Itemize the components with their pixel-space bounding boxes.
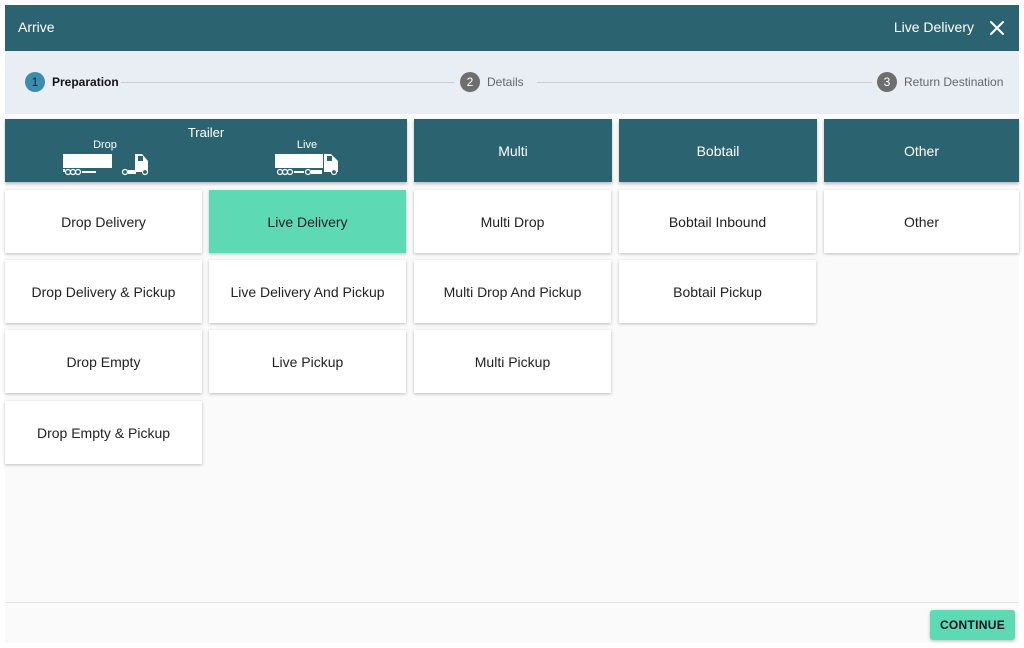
selected-mode-label: Live Delivery — [893, 19, 974, 35]
trailer-column-header: Trailer Drop Live — [5, 119, 407, 182]
option-multi-pickup[interactable]: Multi Pickup — [414, 330, 611, 393]
step-preparation[interactable]: 1 Preparation — [25, 72, 119, 92]
live-sub-label: Live — [296, 139, 318, 151]
other-column-header: Other — [824, 119, 1019, 182]
drop-sub-label: Drop — [93, 139, 117, 151]
other-header-label: Other — [903, 143, 939, 159]
option-other[interactable]: Other — [824, 190, 1019, 253]
step-return-destination[interactable]: 3 Return Destination — [877, 72, 1003, 92]
option-multi-drop[interactable]: Multi Drop — [414, 190, 611, 253]
option-bobtail-pickup[interactable]: Bobtail Pickup — [619, 260, 816, 323]
option-live-delivery[interactable]: Live Delivery — [209, 190, 406, 253]
step-connector — [121, 82, 454, 83]
step-number: 3 — [877, 72, 897, 92]
step-label: Details — [487, 75, 524, 89]
option-multi-drop-pickup[interactable]: Multi Drop And Pickup — [414, 260, 611, 323]
step-label: Return Destination — [904, 75, 1004, 89]
continue-button[interactable]: CONTINUE — [930, 610, 1015, 640]
close-icon[interactable] — [989, 20, 1005, 36]
option-drop-empty-pickup[interactable]: Drop Empty & Pickup — [5, 401, 202, 464]
bobtail-header-label: Bobtail — [696, 143, 740, 159]
option-drop-delivery-pickup[interactable]: Drop Delivery & Pickup — [5, 260, 202, 323]
option-live-delivery-pickup[interactable]: Live Delivery And Pickup — [209, 260, 406, 323]
bobtail-column-header: Bobtail — [619, 119, 817, 182]
title-bar: Arrive Live Delivery — [5, 5, 1019, 51]
multi-header-label: Multi — [498, 143, 528, 159]
step-number: 1 — [25, 72, 45, 92]
step-details[interactable]: 2 Details — [460, 72, 524, 92]
step-label: Preparation — [52, 75, 119, 89]
dialog-title: Arrive — [18, 19, 55, 35]
footer-divider — [5, 602, 1019, 603]
option-drop-empty[interactable]: Drop Empty — [5, 330, 202, 393]
stepper: 1 Preparation 2 Details 3 Return Destina… — [5, 51, 1019, 114]
step-number: 2 — [460, 72, 480, 92]
option-live-pickup[interactable]: Live Pickup — [209, 330, 406, 393]
multi-column-header: Multi — [414, 119, 612, 182]
drop-truck-icon — [63, 154, 149, 176]
option-bobtail-inbound[interactable]: Bobtail Inbound — [619, 190, 816, 253]
live-truck-icon — [275, 154, 338, 176]
trailer-header-label: Trailer — [187, 125, 225, 140]
option-drop-delivery[interactable]: Drop Delivery — [5, 190, 202, 253]
arrive-dialog: Arrive Live Delivery 1 Preparation 2 Det… — [5, 5, 1019, 643]
step-connector — [537, 82, 872, 83]
